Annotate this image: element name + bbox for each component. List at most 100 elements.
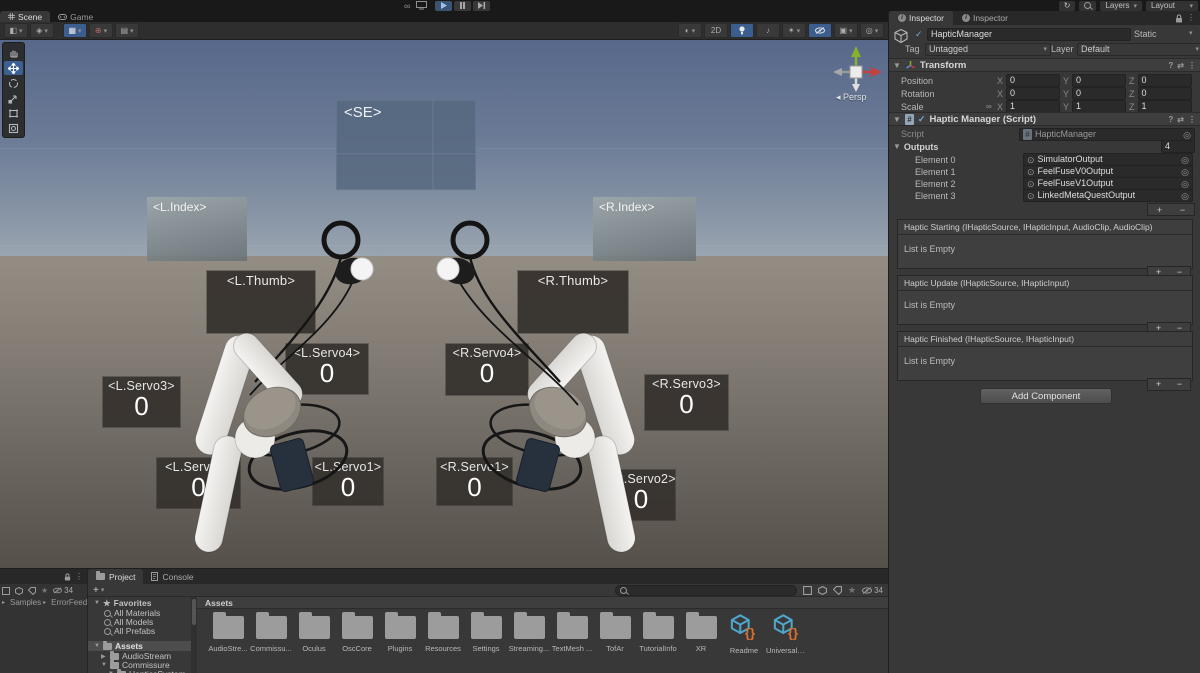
- tab-inspector-2[interactable]: iInspector: [953, 11, 1017, 25]
- lighting-toggle-button[interactable]: [730, 23, 754, 38]
- grid-visibility-button[interactable]: ⊕▾: [89, 23, 113, 38]
- event-remove-button[interactable]: −: [1169, 379, 1190, 390]
- transform-tool-icon[interactable]: [4, 121, 23, 135]
- component-enabled-checkbox[interactable]: ✓: [918, 114, 926, 125]
- panel-menu-icon[interactable]: ⋮: [75, 572, 83, 581]
- rotate-tool-icon[interactable]: [4, 76, 23, 90]
- monitor-icon[interactable]: [416, 1, 427, 10]
- 2d-toggle-button[interactable]: 2D: [704, 23, 728, 38]
- version-control-icon[interactable]: ↻: [1059, 1, 1076, 11]
- asset-folder[interactable]: Commissu...: [251, 609, 291, 673]
- asset-folder[interactable]: TutorialInfo: [638, 609, 678, 673]
- asset-file[interactable]: {} Readme: [724, 609, 764, 673]
- asset-folder[interactable]: Oculus: [294, 609, 334, 673]
- hidden-count-badge[interactable]: 34: [53, 586, 73, 595]
- star-icon[interactable]: ★: [848, 585, 856, 596]
- hidden-objects-button[interactable]: [808, 23, 832, 38]
- camera-gizmos-button[interactable]: ▣▾: [834, 23, 858, 38]
- tag-icon[interactable]: [28, 587, 36, 595]
- asset-folder[interactable]: Plugins: [380, 609, 420, 673]
- rotation-y-field[interactable]: 0: [1072, 87, 1126, 100]
- remove-element-button[interactable]: −: [1171, 205, 1194, 215]
- add-element-button[interactable]: +: [1148, 205, 1171, 215]
- asset-folder[interactable]: TextMesh ...: [552, 609, 592, 673]
- create-asset-caret[interactable]: ▾: [101, 586, 105, 594]
- object-picker-icon[interactable]: ◎: [1181, 155, 1189, 165]
- tag-dropdown[interactable]: Untagged▾: [925, 43, 1051, 56]
- presets-icon[interactable]: ⇄: [1177, 61, 1184, 70]
- transform-header[interactable]: ▼ Transform ? ⇄ ⋮: [889, 58, 1200, 72]
- asset-folder[interactable]: Streaming...: [509, 609, 549, 673]
- create-asset-button[interactable]: +: [93, 585, 99, 596]
- scale-tool-icon[interactable]: [4, 91, 23, 105]
- favorite-all-prefabs[interactable]: All Prefabs: [88, 626, 197, 636]
- frame-icon[interactable]: [803, 586, 812, 595]
- object-picker-icon[interactable]: ◎: [1181, 191, 1189, 201]
- scene-viewport[interactable]: <SE> <L.Index> <R.Index> <L.Thumb> <R.Th…: [0, 40, 888, 568]
- outputs-size-field[interactable]: 4: [1161, 140, 1195, 153]
- position-x-field[interactable]: 0: [1006, 74, 1060, 87]
- lock-icon[interactable]: [1175, 14, 1183, 25]
- rotation-x-field[interactable]: 0: [1006, 87, 1060, 100]
- persp-label[interactable]: ◂ Persp: [836, 92, 867, 103]
- link-icon[interactable]: ∞: [404, 1, 410, 11]
- scale-link-icon[interactable]: ∞: [986, 102, 997, 111]
- component-menu-icon[interactable]: ⋮: [1188, 61, 1196, 70]
- scene-camera-button[interactable]: ◈▾: [30, 23, 54, 38]
- position-y-field[interactable]: 0: [1072, 74, 1126, 87]
- rotation-z-field[interactable]: 0: [1138, 87, 1192, 100]
- gizmos-dropdown-button[interactable]: ◎▾: [860, 23, 884, 38]
- prefab-icon[interactable]: [15, 587, 23, 595]
- component-menu-icon[interactable]: ⋮: [1188, 115, 1196, 124]
- asset-folder[interactable]: Settings: [466, 609, 506, 673]
- project-search-input[interactable]: [615, 585, 797, 596]
- breadcrumb[interactable]: ▸Samples▸ErrorFeedb: [2, 597, 87, 608]
- lock-icon[interactable]: [64, 573, 71, 581]
- help-icon[interactable]: ?: [1168, 115, 1173, 124]
- tab-project[interactable]: Project: [88, 569, 143, 584]
- shading-mode-button[interactable]: ◐▾: [678, 23, 702, 38]
- search-everywhere-icon[interactable]: [1079, 1, 1096, 11]
- star-icon[interactable]: ★: [41, 586, 48, 595]
- asset-folder[interactable]: TofAr: [595, 609, 635, 673]
- asset-folder[interactable]: XR: [681, 609, 721, 673]
- layers-dropdown[interactable]: Layers▾: [1100, 1, 1142, 11]
- event-add-button[interactable]: +: [1148, 379, 1169, 390]
- tree-assets[interactable]: ▼Assets: [88, 641, 197, 651]
- layout-dropdown[interactable]: Layout▾: [1146, 1, 1198, 11]
- tag-icon[interactable]: [833, 586, 842, 595]
- asset-folder[interactable]: Resources: [423, 609, 463, 673]
- presets-icon[interactable]: ⇄: [1177, 115, 1184, 124]
- outputs-foldout[interactable]: ▼ Outputs 4: [893, 141, 1195, 152]
- gameobject-cube-icon[interactable]: [893, 28, 909, 44]
- tool-settings-button[interactable]: ▦▾: [63, 23, 87, 38]
- layer-dropdown[interactable]: Default▾: [1077, 43, 1200, 56]
- move-tool-icon[interactable]: [4, 61, 23, 75]
- prefab-icon[interactable]: [818, 586, 827, 595]
- asset-file[interactable]: {} UniversalR...: [767, 609, 807, 673]
- add-component-button[interactable]: Add Component: [980, 388, 1112, 404]
- step-button[interactable]: [473, 1, 490, 11]
- object-picker-icon[interactable]: ◎: [1181, 167, 1189, 177]
- frame-icon[interactable]: [2, 587, 10, 595]
- draw-mode-button[interactable]: ◧▾: [4, 23, 28, 38]
- gameobject-name-field[interactable]: HapticManager: [927, 28, 1131, 41]
- static-label[interactable]: Static: [1134, 29, 1157, 39]
- static-dropdown-icon[interactable]: ▾: [1189, 29, 1193, 37]
- object-picker-icon[interactable]: ◎: [1181, 179, 1189, 189]
- rect-tool-icon[interactable]: [4, 106, 23, 120]
- inspector-menu-icon[interactable]: ⋮: [1187, 13, 1195, 25]
- tab-console[interactable]: Console: [143, 569, 201, 584]
- audio-toggle-button[interactable]: ♪: [756, 23, 780, 38]
- favorites-foldout[interactable]: ▼★Favorites: [88, 598, 197, 608]
- tab-scene[interactable]: Scene: [0, 11, 50, 22]
- tab-inspector-1[interactable]: iInspector: [889, 11, 953, 25]
- asset-folder[interactable]: AudioStre...: [208, 609, 248, 673]
- pause-button[interactable]: [454, 1, 471, 11]
- tree-hapticssystem[interactable]: ▼HapticsSystem: [88, 669, 197, 673]
- snap-settings-button[interactable]: ▤▾: [115, 23, 139, 38]
- haptic-manager-header[interactable]: ▼ # ✓ Haptic Manager (Script) ? ⇄ ⋮: [889, 112, 1200, 126]
- hidden-count-badge[interactable]: 34: [862, 586, 883, 595]
- object-picker-icon[interactable]: ◎: [1183, 130, 1191, 140]
- effects-button[interactable]: ✶▾: [782, 23, 806, 38]
